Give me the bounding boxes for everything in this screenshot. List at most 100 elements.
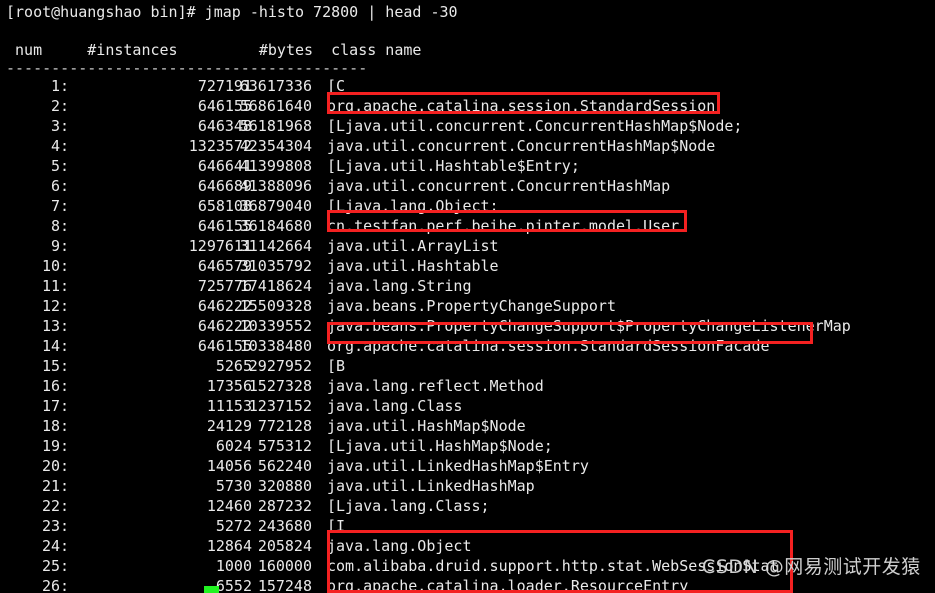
table-row: 11:725776 17418624 java.lang.String (0, 276, 935, 296)
row-index-colon: : (60, 557, 70, 575)
row-class-name: [C (327, 77, 346, 95)
table-row: 3:646348 56181968 [Ljava.util.concurrent.C… (0, 116, 935, 136)
table-row: 12:646222 15509328 java.beans.PropertyChan… (0, 296, 935, 316)
table-row: 8:646155 36184680 cn.testfan.perf.beihe.pi… (0, 216, 935, 236)
table-row: 26:6552 157248 org.apache.catalina.loader.… (0, 576, 935, 593)
row-class-name: java.util.concurrent.ConcurrentHashMap$N… (327, 137, 716, 155)
row-index: 11 (41, 277, 60, 295)
row-index-colon: : (60, 377, 70, 395)
row-index: 15 (41, 357, 60, 375)
table-row: 10:646579 31035792 java.util.Hashtable (0, 256, 935, 276)
row-index: 16 (41, 377, 60, 395)
row-class-name: java.lang.Object (327, 537, 472, 555)
row-index-colon: : (60, 217, 70, 235)
table-row: 21:5730 320880 java.util.LinkedHashMap (0, 476, 935, 496)
table-row: 6:646689 41388096 java.util.concurrent.Con… (0, 176, 935, 196)
row-bytes: 31035792 (239, 257, 312, 275)
table-row: 1:727191 63617336 [C (0, 76, 935, 96)
row-index: 23 (41, 517, 60, 535)
row-index-colon: : (60, 577, 70, 593)
row-class-name: java.util.LinkedHashMap (327, 477, 535, 495)
row-bytes: 320880 (257, 477, 312, 495)
row-index: 25 (41, 557, 60, 575)
row-index: 26 (41, 577, 60, 593)
row-class-name: [Ljava.lang.Class; (327, 497, 490, 515)
row-index-colon: : (60, 417, 70, 435)
row-index-colon: : (60, 117, 70, 135)
row-bytes: 287232 (257, 497, 312, 515)
row-index: 6 (50, 177, 60, 195)
row-index: 5 (50, 157, 60, 175)
row-class-name: [Ljava.util.HashMap$Node; (327, 437, 553, 455)
row-bytes: 562240 (257, 457, 312, 475)
table-row: 15:5265 2927952 [B (0, 356, 935, 376)
row-class-name: org.apache.catalina.loader.ResourceEntry (327, 577, 689, 593)
row-index: 8 (50, 217, 60, 235)
row-class-name: java.util.concurrent.ConcurrentHashMap (327, 177, 671, 195)
row-index: 3 (50, 117, 60, 135)
row-index: 18 (41, 417, 60, 435)
row-bytes: 157248 (257, 577, 312, 593)
row-bytes: 41399808 (239, 157, 312, 175)
row-class-name: [Ljava.util.Hashtable$Entry; (327, 157, 580, 175)
row-index: 2 (50, 97, 60, 115)
row-class-name: java.util.LinkedHashMap$Entry (327, 457, 589, 475)
table-row: 17:11153 1237152 java.lang.Class (0, 396, 935, 416)
table-row: 2:646155 56861640 org.apache.catalina.sess… (0, 96, 935, 116)
row-index-colon: : (60, 357, 70, 375)
row-bytes: 160000 (257, 557, 312, 575)
row-bytes: 36879040 (239, 197, 312, 215)
row-bytes: 2927952 (248, 357, 312, 375)
row-index-colon: : (60, 97, 70, 115)
row-class-name: java.lang.String (327, 277, 472, 295)
row-index-colon: : (60, 237, 70, 255)
row-index-colon: : (60, 397, 70, 415)
row-bytes: 1527328 (248, 377, 312, 395)
row-class-name: [Ljava.util.concurrent.ConcurrentHashMap… (327, 117, 743, 135)
row-index-colon: : (60, 197, 70, 215)
row-index: 21 (41, 477, 60, 495)
row-index-colon: : (60, 497, 70, 515)
row-index-colon: : (60, 137, 70, 155)
row-index-colon: : (60, 537, 70, 555)
table-row: 9:1297611 31142664 java.util.ArrayList (0, 236, 935, 256)
row-index: 4 (50, 137, 60, 155)
row-bytes: 41388096 (239, 177, 312, 195)
row-index: 10 (41, 257, 60, 275)
row-bytes: 575312 (257, 437, 312, 455)
table-row: 13:646222 10339552 java.beans.PropertyChan… (0, 316, 935, 336)
table-row: 5:646641 41399808 [Ljava.util.Hashtable$En… (0, 156, 935, 176)
row-index-colon: : (60, 437, 70, 455)
row-index: 13 (41, 317, 60, 335)
row-class-name: cn.testfan.perf.beihe.pinter.model.User (327, 217, 680, 235)
table-row: 14:646155 10338480 org.apache.catalina.ses… (0, 336, 935, 356)
terminal-cursor-block (204, 586, 219, 593)
row-index-colon: : (60, 157, 70, 175)
row-index-colon: : (60, 277, 70, 295)
row-bytes: 63617336 (239, 77, 312, 95)
row-class-name: java.beans.PropertyChangeSupport (327, 297, 616, 315)
row-bytes: 36184680 (239, 217, 312, 235)
table-row: 24:12864 205824 java.lang.Object (0, 536, 935, 556)
row-bytes: 10338480 (239, 337, 312, 355)
row-bytes: 1237152 (248, 397, 312, 415)
table-row: 4:1323572 42354304 java.util.concurrent.Co… (0, 136, 935, 156)
row-class-name: java.lang.Class (327, 397, 463, 415)
row-index-colon: : (60, 297, 70, 315)
row-bytes: 31142664 (239, 237, 312, 255)
row-index-colon: : (60, 337, 70, 355)
row-index: 14 (41, 337, 60, 355)
table-row: 20:14056 562240 java.util.LinkedHashMap$En… (0, 456, 935, 476)
histogram-column-header: num #instances #bytes class name (6, 41, 422, 59)
table-row: 23:5272 243680 [I (0, 516, 935, 536)
row-class-name: java.util.Hashtable (327, 257, 499, 275)
csdn-watermark: CSDN @网易测试开发猿 (702, 556, 921, 578)
row-class-name: [I (327, 517, 346, 535)
row-index: 12 (41, 297, 60, 315)
row-index-colon: : (60, 317, 70, 335)
row-index: 17 (41, 397, 60, 415)
row-index: 9 (50, 237, 60, 255)
row-index-colon: : (60, 257, 70, 275)
row-class-name: java.beans.PropertyChangeSupport$Propert… (327, 317, 851, 335)
row-index: 20 (41, 457, 60, 475)
